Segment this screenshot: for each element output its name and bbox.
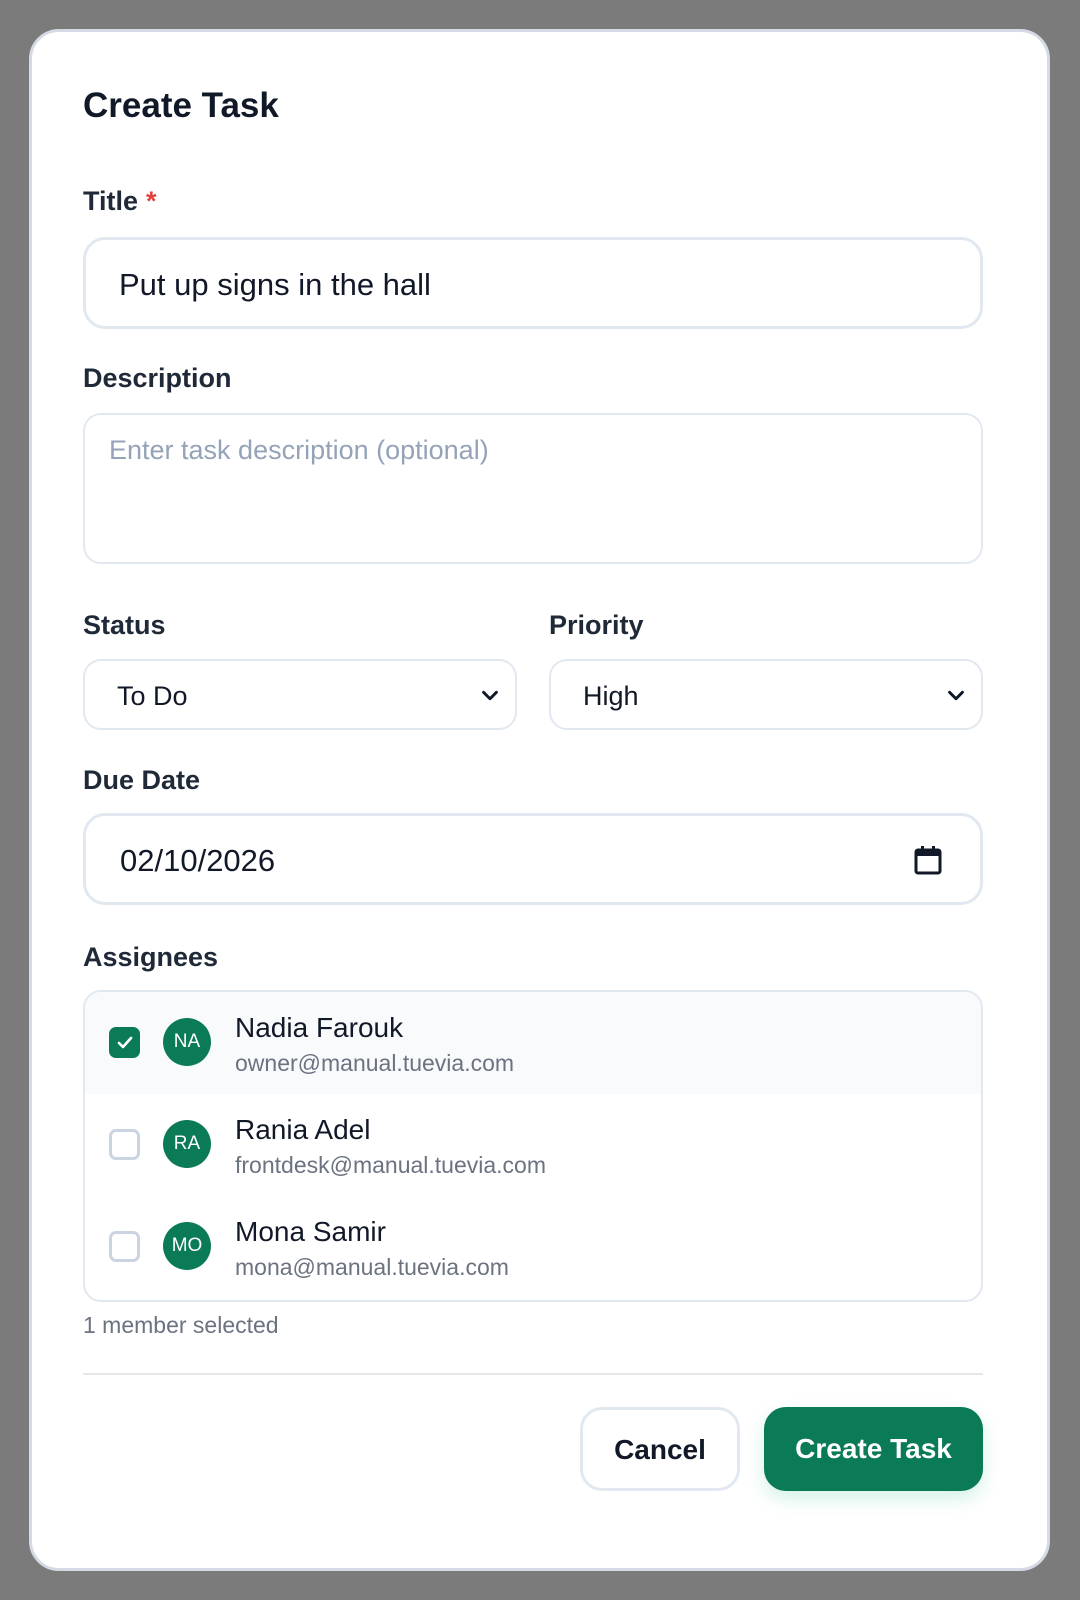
assignee-email: mona@manual.tuevia.com xyxy=(235,1254,509,1280)
title-label-text: Title xyxy=(83,186,139,216)
chevron-down-icon xyxy=(948,690,964,701)
avatar: NA xyxy=(163,1018,211,1066)
status-select[interactable]: To Do xyxy=(83,659,517,730)
priority-select-value: High xyxy=(583,681,639,711)
assignee-checkbox[interactable] xyxy=(109,1231,140,1262)
priority-select[interactable]: High xyxy=(549,659,983,730)
dialog-title: Create Task xyxy=(83,86,279,125)
description-label: Description xyxy=(83,363,232,393)
title-label: Title * xyxy=(83,186,157,217)
create-task-dialog: Create Task Title * Put up signs in the h… xyxy=(29,29,1050,1571)
selection-summary: 1 member selected xyxy=(83,1312,279,1338)
assignee-item[interactable]: RA Rania Adel frontdesk@manual.tuevia.co… xyxy=(85,1094,981,1196)
title-input[interactable]: Put up signs in the hall xyxy=(83,237,983,329)
assignee-email: frontdesk@manual.tuevia.com xyxy=(235,1152,546,1178)
assignee-name: Mona Samir xyxy=(235,1216,386,1247)
assignee-email: owner@manual.tuevia.com xyxy=(235,1050,515,1076)
calendar-icon[interactable] xyxy=(914,845,942,875)
assignee-name: Nadia Farouk xyxy=(235,1012,404,1043)
divider xyxy=(83,1373,983,1375)
cancel-button[interactable]: Cancel xyxy=(580,1407,740,1491)
assignees-label: Assignees xyxy=(83,942,219,972)
status-label: Status xyxy=(83,610,166,640)
priority-label: Priority xyxy=(549,610,644,640)
chevron-down-icon xyxy=(482,690,498,701)
status-select-value: To Do xyxy=(117,681,188,711)
required-asterisk: * xyxy=(146,186,157,216)
due-date-label: Due Date xyxy=(83,765,201,795)
checkmark-icon xyxy=(117,1036,133,1049)
title-input-value: Put up signs in the hall xyxy=(119,267,431,302)
assignee-checkbox[interactable] xyxy=(109,1027,140,1058)
create-task-button[interactable]: Create Task xyxy=(764,1407,983,1491)
due-date-input[interactable]: 02/10/2026 xyxy=(83,813,983,905)
description-textarea[interactable]: Enter task description (optional) xyxy=(83,413,983,564)
assignee-item[interactable]: NA Nadia Farouk owner@manual.tuevia.com xyxy=(85,992,981,1094)
avatar: MO xyxy=(163,1222,211,1270)
assignee-name: Rania Adel xyxy=(235,1114,371,1145)
assignees-list: NA Nadia Farouk owner@manual.tuevia.com … xyxy=(83,990,983,1302)
assignee-checkbox[interactable] xyxy=(109,1129,140,1160)
description-placeholder: Enter task description (optional) xyxy=(109,435,489,465)
due-date-value: 02/10/2026 xyxy=(120,843,276,878)
avatar: RA xyxy=(163,1120,211,1168)
assignee-item[interactable]: MO Mona Samir mona@manual.tuevia.com xyxy=(85,1196,981,1298)
